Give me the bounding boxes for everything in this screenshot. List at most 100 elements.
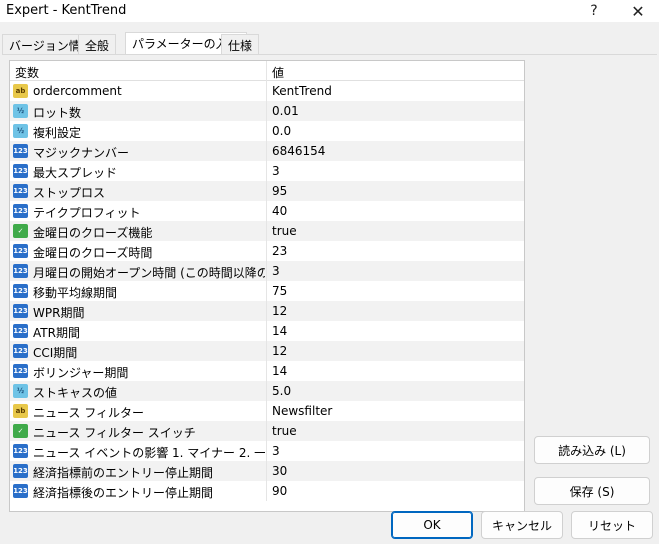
parameter-value[interactable]: 3 xyxy=(272,164,280,178)
save-button[interactable]: 保存 (S) xyxy=(534,477,650,505)
load-button[interactable]: 読み込み (L) xyxy=(534,436,650,464)
parameter-value[interactable]: true xyxy=(272,424,297,438)
parameter-value[interactable]: 14 xyxy=(272,364,287,378)
ok-button[interactable]: OK xyxy=(391,511,473,539)
parameter-name: ニュース フィルター xyxy=(33,406,144,420)
column-divider[interactable] xyxy=(266,61,267,81)
parameter-row[interactable]: 123 経済指標後のエントリー停止期間 90 xyxy=(10,481,524,501)
parameter-value[interactable]: 6846154 xyxy=(272,144,325,158)
parameter-name: 月曜日の開始オープン時間 (この時間以降のオ... xyxy=(33,266,265,280)
column-divider xyxy=(266,401,267,421)
integer-icon: 123 xyxy=(13,204,28,218)
integer-icon: 123 xyxy=(13,284,28,298)
column-divider xyxy=(266,461,267,481)
reset-button[interactable]: リセット xyxy=(571,511,653,539)
integer-icon: 123 xyxy=(13,184,28,198)
close-icon: ✕ xyxy=(631,1,645,21)
parameter-value[interactable]: 3 xyxy=(272,264,280,278)
parameter-value[interactable]: 3 xyxy=(272,444,280,458)
load-button-label: 読み込み (L) xyxy=(558,443,626,458)
column-divider xyxy=(266,181,267,201)
parameter-name: 経済指標前のエントリー停止期間 xyxy=(33,466,214,480)
parameter-row[interactable]: 123 最大スプレッド 3 xyxy=(10,161,524,181)
parameter-name: 金曜日のクローズ機能 xyxy=(33,226,153,240)
parameter-value[interactable]: 90 xyxy=(272,484,287,498)
parameter-row[interactable]: ab ordercomment KentTrend xyxy=(10,81,524,101)
parameter-name: 複利設定 xyxy=(33,126,82,140)
parameter-value[interactable]: 12 xyxy=(272,344,287,358)
column-divider xyxy=(266,161,267,181)
parameter-row[interactable]: 123 経済指標前のエントリー停止期間 30 xyxy=(10,461,524,481)
ok-button-label: OK xyxy=(423,518,441,532)
parameter-value[interactable]: 12 xyxy=(272,304,287,318)
tab-label: 仕様 xyxy=(228,39,253,53)
parameter-value[interactable]: 40 xyxy=(272,204,287,218)
parameter-name: 経済指標後のエントリー停止期間 xyxy=(33,486,214,500)
column-divider xyxy=(266,481,267,501)
parameter-name: 最大スプレッド xyxy=(33,166,118,180)
parameter-row[interactable]: ✓ ニュース フィルター スイッチ true xyxy=(10,421,524,441)
parameter-row[interactable]: 123 ストップロス 95 xyxy=(10,181,524,201)
integer-icon: 123 xyxy=(13,304,28,318)
integer-icon: 123 xyxy=(13,324,28,338)
parameter-name: ATR期間 xyxy=(33,326,80,340)
parameter-value[interactable]: 95 xyxy=(272,184,287,198)
parameter-row[interactable]: ab ニュース フィルター Newsfilter xyxy=(10,401,524,421)
close-button[interactable]: ✕ xyxy=(618,0,658,22)
help-button[interactable]: ? xyxy=(574,0,614,22)
parameter-value[interactable]: 0.0 xyxy=(272,124,291,138)
parameter-row[interactable]: ½ ストキャスの値 5.0 xyxy=(10,381,524,401)
cancel-button[interactable]: キャンセル xyxy=(481,511,563,539)
parameter-value[interactable]: 5.0 xyxy=(272,384,291,398)
parameter-row[interactable]: 123 ボリンジャー期間 14 xyxy=(10,361,524,381)
parameter-row[interactable]: 123 月曜日の開始オープン時間 (この時間以降のオ... 3 xyxy=(10,261,524,281)
parameter-row[interactable]: 123 ATR期間 14 xyxy=(10,321,524,341)
column-divider xyxy=(266,221,267,241)
parameter-value[interactable]: 14 xyxy=(272,324,287,338)
parameter-value[interactable]: 0.01 xyxy=(272,104,299,118)
column-divider xyxy=(266,281,267,301)
column-divider xyxy=(266,261,267,281)
integer-icon: 123 xyxy=(13,444,28,458)
parameter-value[interactable]: KentTrend xyxy=(272,84,332,98)
parameter-row[interactable]: ½ ロット数 0.01 xyxy=(10,101,524,121)
column-divider xyxy=(266,361,267,381)
integer-icon: 123 xyxy=(13,244,28,258)
parameter-row[interactable]: ½ 複利設定 0.0 xyxy=(10,121,524,141)
tab-general[interactable]: 全般 xyxy=(78,34,117,54)
column-header-variable[interactable]: 変数 xyxy=(15,64,39,81)
parameter-row[interactable]: 123 WPR期間 12 xyxy=(10,301,524,321)
parameter-name: 金曜日のクローズ時間 xyxy=(33,246,153,260)
parameter-name: CCI期間 xyxy=(33,346,78,360)
parameter-row[interactable]: 123 マジックナンバー 6846154 xyxy=(10,141,524,161)
parameter-row[interactable]: 123 移動平均線期間 75 xyxy=(10,281,524,301)
column-divider xyxy=(266,301,267,321)
parameter-name: マジックナンバー xyxy=(33,146,130,160)
parameter-value[interactable]: Newsfilter xyxy=(272,404,332,418)
save-button-label: 保存 (S) xyxy=(569,484,615,499)
column-divider xyxy=(266,101,267,121)
parameter-row[interactable]: 123 金曜日のクローズ時間 23 xyxy=(10,241,524,261)
tab-specification[interactable]: 仕様 xyxy=(221,34,260,54)
parameter-value[interactable]: 30 xyxy=(272,464,287,478)
parameter-value[interactable]: 75 xyxy=(272,284,287,298)
help-icon: ? xyxy=(590,3,598,19)
integer-icon: 123 xyxy=(13,164,28,178)
parameter-name: ボリンジャー期間 xyxy=(33,366,129,380)
integer-icon: 123 xyxy=(13,144,28,158)
column-header-value[interactable]: 値 xyxy=(272,64,284,81)
column-divider xyxy=(266,381,267,401)
parameter-name: ニュース イベントの影響 1. マイナー 2. 一般 3. ... xyxy=(33,446,265,460)
parameters-grid[interactable]: 変数 値 ab ordercomment KentTrend ½ ロット数 0.01 ½ 複利… xyxy=(9,60,525,512)
parameter-row[interactable]: 123 ニュース イベントの影響 1. マイナー 2. 一般 3. ... 3 xyxy=(10,441,524,461)
parameter-value[interactable]: true xyxy=(272,224,297,238)
string-icon: ab xyxy=(13,84,28,98)
column-divider xyxy=(266,81,267,101)
parameter-name: WPR期間 xyxy=(33,306,85,320)
tab-label: 全般 xyxy=(85,39,110,53)
parameter-name: ストキャスの値 xyxy=(33,386,118,400)
parameter-value[interactable]: 23 xyxy=(272,244,287,258)
parameter-row[interactable]: ✓ 金曜日のクローズ機能 true xyxy=(10,221,524,241)
parameter-row[interactable]: 123 テイクプロフィット 40 xyxy=(10,201,524,221)
parameter-row[interactable]: 123 CCI期間 12 xyxy=(10,341,524,361)
